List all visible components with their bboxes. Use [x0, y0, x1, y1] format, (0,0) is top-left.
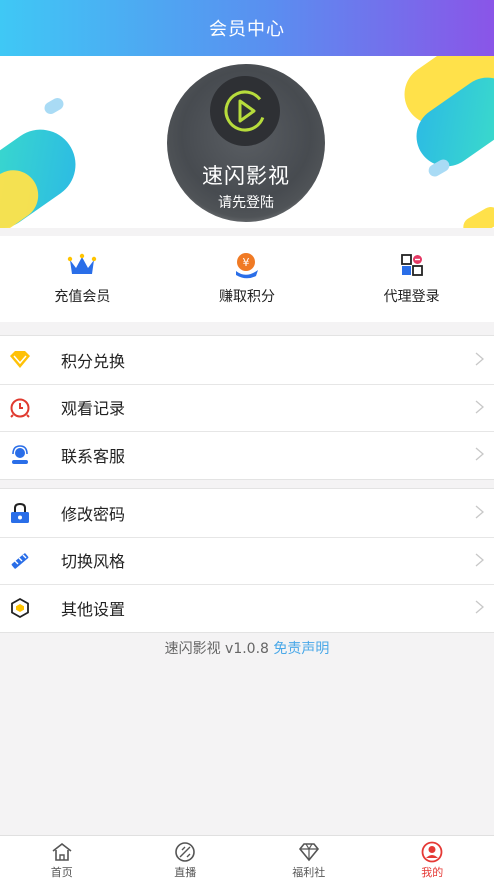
crown-icon [67, 250, 97, 280]
earn-points-button[interactable]: ¥ 赚取积分 [165, 236, 330, 322]
watch-history-item[interactable]: 观看记录 [0, 383, 494, 432]
live-icon [174, 841, 196, 863]
menu-label: 其他设置 [61, 599, 126, 619]
app-name: 速闪影视 [202, 164, 290, 188]
chevron-right-icon [475, 400, 484, 413]
menu-label: 联系客服 [61, 446, 126, 466]
quick-action-label: 充值会员 [54, 289, 111, 305]
page-title: 会员中心 [209, 19, 285, 40]
header-bar: 会员中心 [0, 0, 494, 56]
switch-theme-item[interactable]: 切换风格 [0, 536, 494, 585]
menu-label: 修改密码 [61, 504, 126, 524]
agent-login-button[interactable]: 代理登录 [329, 236, 494, 322]
chevron-right-icon [475, 553, 484, 566]
tab-label: 直播 [174, 866, 197, 879]
recharge-vip-button[interactable]: 充值会员 [0, 236, 165, 322]
agent-icon [397, 250, 427, 280]
tab-label: 我的 [421, 866, 444, 879]
chevron-right-icon [475, 352, 484, 366]
version-text: 速闪影视 v1.0.8 [164, 641, 269, 657]
chevron-right-icon [475, 600, 484, 614]
hexagon-settings-icon [8, 596, 32, 620]
profile-banner: 速闪影视 请先登陆 [0, 56, 494, 228]
menu-group-2: 修改密码 切换风格 其他设置 [0, 488, 494, 633]
diamond-icon [8, 348, 32, 372]
user-icon [421, 841, 443, 863]
quick-action-label: 赚取积分 [219, 289, 275, 305]
quick-action-label: 代理登录 [383, 289, 440, 305]
decor-blob [459, 203, 494, 228]
decor-blob [42, 95, 66, 117]
other-settings-item[interactable]: 其他设置 [0, 584, 494, 632]
headset-icon [8, 443, 32, 467]
menu-label: 观看记录 [61, 399, 126, 419]
brush-icon [8, 548, 32, 572]
login-prompt[interactable]: 请先登陆 [167, 192, 325, 212]
coin-icon: ¥ [232, 250, 262, 280]
svg-text:¥: ¥ [243, 256, 250, 269]
menu-group-1: 积分兑换 观看记录 联系客服 [0, 335, 494, 480]
tab-live[interactable]: 直播 [124, 836, 248, 880]
menu-label: 积分兑换 [61, 351, 126, 371]
chevron-right-icon [475, 447, 484, 461]
play-logo-icon [210, 76, 280, 146]
chevron-right-icon [475, 505, 484, 519]
tab-mine[interactable]: 我的 [371, 836, 494, 880]
bottom-tab-bar: 首页 直播 福利社 我的 [0, 835, 494, 880]
disclaimer-link[interactable]: 免责声明 [273, 641, 329, 657]
home-icon [51, 841, 73, 863]
points-exchange-item[interactable]: 积分兑换 [0, 336, 494, 384]
customer-service-item[interactable]: 联系客服 [0, 431, 494, 479]
tab-label: 首页 [50, 866, 73, 879]
gem-icon [298, 841, 320, 863]
tab-home[interactable]: 首页 [0, 836, 124, 880]
menu-label: 切换风格 [61, 552, 126, 572]
clock-icon [8, 395, 32, 419]
version-info: 速闪影视 v1.0.8 免责声明 [0, 638, 494, 658]
change-password-item[interactable]: 修改密码 [0, 489, 494, 537]
tab-label: 福利社 [292, 866, 326, 879]
lock-icon [8, 501, 32, 525]
tab-welfare[interactable]: 福利社 [247, 836, 371, 880]
quick-actions: 充值会员 ¥ 赚取积分 代理登录 [0, 236, 494, 322]
